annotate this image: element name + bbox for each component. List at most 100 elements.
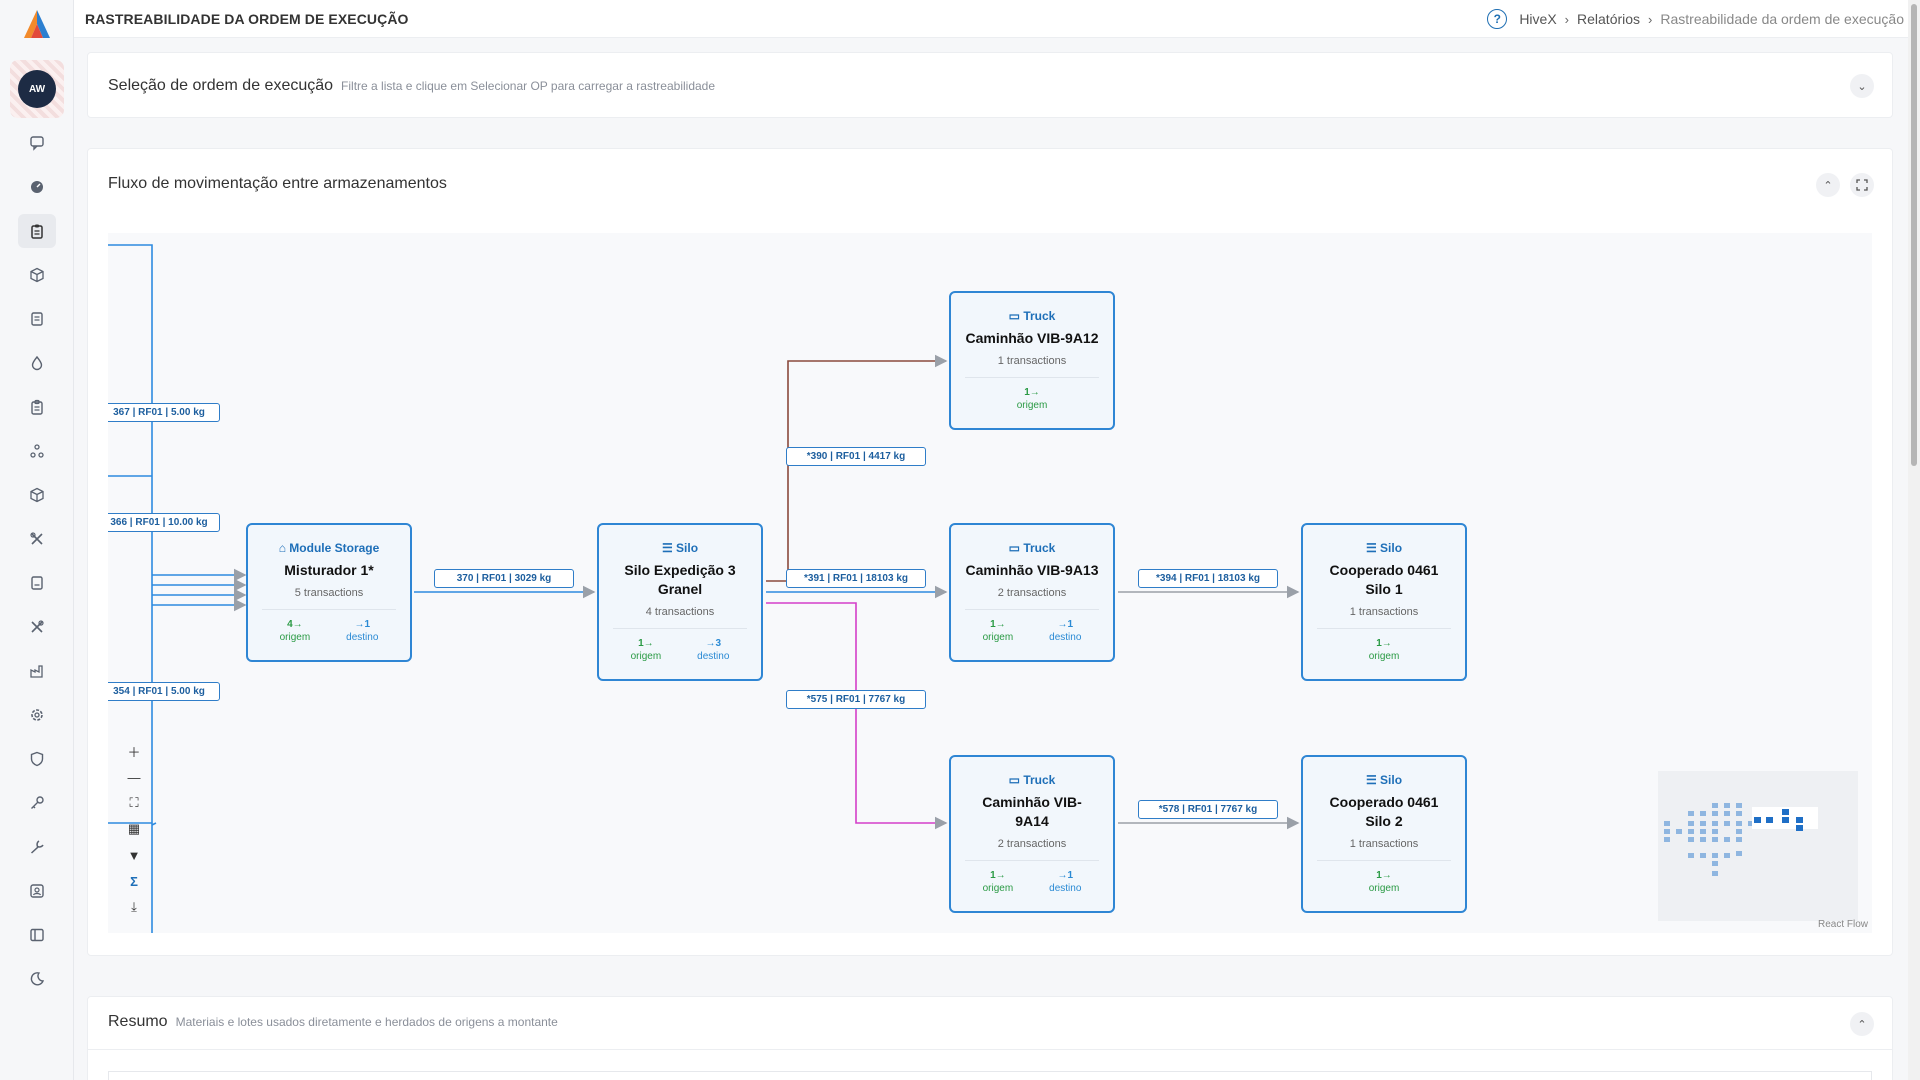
grid-icon[interactable]: ▦ — [122, 816, 146, 842]
drop-icon[interactable] — [18, 346, 56, 380]
edge-label-367[interactable]: 367 | RF01 | 5.00 kg — [108, 403, 220, 422]
edge-label-370[interactable]: 370 | RF01 | 3029 kg — [434, 569, 574, 588]
node-cooperado-silo-2[interactable]: ☰ Silo Cooperado 0461 Silo 2 1 transacti… — [1301, 755, 1467, 913]
selection-subtitle: Filtre a lista e clique em Selecionar OP… — [341, 79, 716, 93]
react-flow-attribution[interactable]: React Flow — [1818, 919, 1868, 930]
edge-label-575[interactable]: *575 | RF01 | 7767 kg — [786, 690, 926, 709]
edge-575 — [766, 602, 948, 830]
node-divider — [1317, 628, 1451, 629]
node-type-label: Silo — [1380, 541, 1403, 555]
node-type: ▭ Truck — [951, 773, 1113, 787]
node-transactions: 2 transactions — [997, 838, 1067, 850]
node-transactions: 1 transactions — [997, 355, 1067, 367]
zoom-in-icon[interactable]: ＋ — [122, 738, 146, 764]
chevron-up-icon: ⌃ — [1823, 179, 1833, 192]
summary-card: Resumo Materiais e lotes usados diretamen… — [87, 996, 1893, 1080]
download-icon[interactable]: ⤓ — [122, 894, 146, 920]
collapse-flow-button[interactable]: ⌃ — [1816, 173, 1840, 197]
node-name: Cooperado 0461 Silo 2 — [1329, 794, 1439, 829]
tools-alt-icon[interactable] — [18, 610, 56, 644]
avatar[interactable]: AW — [10, 60, 64, 118]
scrollbar-thumb[interactable] — [1911, 4, 1917, 466]
node-silo-expedicao[interactable]: ☰ Silo Silo Expedição 3 Granel 4 transac… — [597, 523, 763, 681]
flow-canvas[interactable]: 367 | RF01 | 5.00 kg 366 | RF01 | 10.00 … — [108, 233, 1872, 933]
node-truck-9a13[interactable]: ▭ Truck Caminhão VIB-9A13 2 transactions… — [949, 523, 1115, 662]
edge-label-366[interactable]: 366 | RF01 | 10.00 kg — [108, 513, 220, 532]
stat-value: 4→ — [287, 619, 303, 630]
tools-icon[interactable] — [18, 522, 56, 556]
node-type-label: Truck — [1023, 773, 1056, 787]
node-type-label: Silo — [676, 541, 699, 555]
node-cooperado-silo-1[interactable]: ☰ Silo Cooperado 0461 Silo 1 1 transacti… — [1301, 523, 1467, 681]
factory-icon[interactable] — [18, 654, 56, 688]
clipboard-list-icon[interactable] — [18, 390, 56, 424]
stat-label: destino — [1049, 883, 1082, 894]
user-badge-icon[interactable] — [18, 874, 56, 908]
edge-label-394[interactable]: *394 | RF01 | 18103 kg — [1138, 569, 1278, 588]
node-truck-9a14[interactable]: ▭ Truck Caminhão VIB-9A14 2 transactions… — [949, 755, 1115, 913]
zoom-out-icon[interactable]: — — [122, 764, 146, 790]
edge-label-390[interactable]: *390 | RF01 | 4417 kg — [786, 447, 926, 466]
node-stats: 1→ origem — [1303, 637, 1465, 663]
wrench-icon[interactable] — [18, 830, 56, 864]
stat-label: origem — [279, 632, 311, 643]
chat-icon[interactable] — [18, 126, 56, 160]
database-icon: ☰ — [661, 541, 677, 555]
edge-label-578[interactable]: *578 | RF01 | 7767 kg — [1138, 800, 1278, 819]
nodes-icon[interactable] — [18, 434, 56, 468]
node-type: ☰ Silo — [1303, 773, 1465, 787]
edge-label-391[interactable]: *391 | RF01 | 18103 kg — [786, 569, 926, 588]
document-icon[interactable] — [18, 302, 56, 336]
breadcrumb-item-relatorios[interactable]: Relatórios — [1577, 11, 1640, 27]
shield-icon[interactable] — [18, 742, 56, 776]
stat-label: origem — [630, 651, 662, 662]
node-divider — [613, 628, 747, 629]
summary-card-title: Resumo Materiais e lotes usados diretamen… — [108, 1013, 558, 1031]
fullscreen-button[interactable] — [1850, 173, 1874, 197]
package-icon[interactable] — [18, 258, 56, 292]
selection-title-text: Seleção de ordem de execução — [108, 77, 334, 94]
help-icon[interactable]: ? — [1487, 9, 1508, 29]
stat-label: destino — [1049, 632, 1082, 643]
avatar-initials: AW — [18, 70, 56, 108]
key-icon[interactable] — [18, 786, 56, 820]
node-transactions: 2 transactions — [997, 587, 1067, 599]
node-name: Caminhão VIB-9A14 — [982, 794, 1082, 829]
node-origem-stat: 4→ origem — [280, 618, 311, 644]
sidebar-toggle-icon[interactable] — [18, 918, 56, 952]
stat-label: origem — [1368, 883, 1400, 894]
expand-selection-button[interactable]: ⌄ — [1850, 74, 1874, 98]
settings-icon[interactable] — [18, 698, 56, 732]
breadcrumb: ? HiveX › Relatórios › Rastreabilidade d… — [1487, 9, 1904, 29]
node-divider — [965, 860, 1099, 861]
page-scrollbar[interactable] — [1908, 0, 1920, 1080]
chevron-down-icon: ⌄ — [1857, 80, 1867, 93]
edge-label-354[interactable]: 354 | RF01 | 5.00 kg — [108, 682, 220, 701]
stat-label: origem — [982, 632, 1014, 643]
stat-value: →1 — [1057, 870, 1074, 881]
summary-title-text: Resumo — [108, 1013, 168, 1030]
stat-value: 1→ — [1024, 387, 1040, 398]
node-misturador[interactable]: ⌂ Module Storage Misturador 1* 5 transac… — [246, 523, 412, 662]
selection-card: Seleção de ordem de execução Filtre a lis… — [87, 52, 1893, 118]
sigma-icon[interactable]: Σ — [122, 868, 146, 894]
chevron-up-icon: ⌃ — [1857, 1018, 1867, 1031]
clipboard-icon[interactable] — [18, 214, 56, 248]
moon-icon[interactable] — [18, 962, 56, 996]
filter-icon[interactable]: ▼ — [122, 842, 146, 868]
breadcrumb-item-hivex[interactable]: HiveX — [1519, 11, 1556, 27]
node-name: Cooperado 0461 Silo 1 — [1329, 562, 1439, 597]
dashboard-icon[interactable] — [18, 170, 56, 204]
fit-view-icon[interactable]: ⛶ — [122, 790, 146, 816]
stat-value: 1→ — [1376, 870, 1392, 881]
report-icon[interactable] — [18, 566, 56, 600]
minimap[interactable] — [1658, 771, 1858, 921]
app-logo[interactable] — [22, 8, 52, 42]
box-icon[interactable] — [18, 478, 56, 512]
topbar: RASTREABILIDADE DA ORDEM DE EXECUÇÃO ? H… — [74, 0, 1920, 38]
node-truck-9a12[interactable]: ▭ Truck Caminhão VIB-9A12 1 transactions… — [949, 291, 1115, 430]
database-icon: ☰ — [1365, 541, 1381, 555]
collapse-summary-button[interactable]: ⌃ — [1850, 1012, 1874, 1036]
node-divider — [965, 609, 1099, 610]
node-type-label: Truck — [1023, 309, 1056, 323]
